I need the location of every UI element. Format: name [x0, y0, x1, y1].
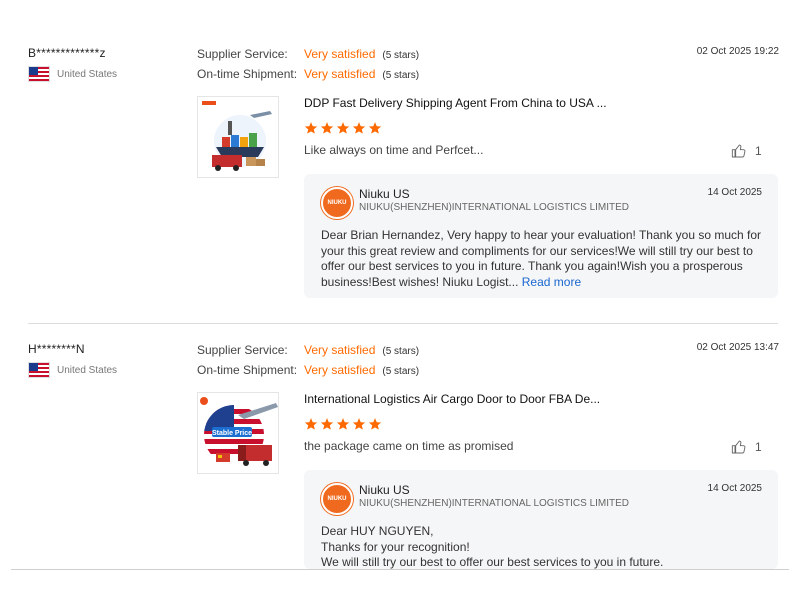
helpful-count: 1 [755, 440, 762, 454]
air-cargo-image: Stable Price [198, 393, 278, 473]
rating-stars-text: (5 stars) [382, 346, 420, 357]
star-icon [320, 418, 334, 430]
rating-on-time-shipment: On-time Shipment: Very satisfied (5 star… [197, 67, 419, 81]
supplier-name: Niuku US [359, 187, 410, 201]
helpful-count: 1 [755, 144, 762, 158]
rating-label: Supplier Service: [197, 47, 288, 61]
product-thumbnail[interactable]: Stable Price [197, 392, 279, 474]
rating-value: Very satisfied [304, 47, 376, 61]
star-icon [368, 122, 382, 134]
supplier-logo: NIUKU [321, 187, 353, 219]
rating-value: Very satisfied [304, 343, 376, 357]
star-icon [320, 122, 334, 134]
star-rating [304, 417, 382, 431]
us-flag-icon [28, 66, 50, 82]
buyer-country: United States [28, 66, 117, 82]
rating-supplier-service: Supplier Service: Very satisfied (5 star… [197, 343, 419, 357]
buyer-country: United States [28, 362, 117, 378]
rating-supplier-service: Supplier Service: Very satisfied (5 star… [197, 47, 419, 61]
product-title-link[interactable]: DDP Fast Delivery Shipping Agent From Ch… [304, 96, 607, 110]
helpful-button[interactable]: 1 [731, 439, 762, 455]
reply-header: NIUKU Niuku US NIUKU(SHENZHEN)INTERNATIO… [321, 483, 762, 515]
rating-stars-text: (5 stars) [382, 70, 420, 81]
star-icon [336, 122, 350, 134]
review-divider [28, 323, 778, 324]
thumbs-up-icon [731, 440, 746, 454]
supplier-logo: NIUKU [321, 483, 353, 515]
star-icon [336, 418, 350, 430]
supplier-name: Niuku US [359, 483, 410, 497]
supplier-reply: NIUKU Niuku US NIUKU(SHENZHEN)INTERNATIO… [304, 470, 778, 569]
reply-date: 14 Oct 2025 [707, 483, 762, 494]
star-icon [352, 122, 366, 134]
review-comment: Like always on time and Perfcet... [304, 143, 484, 157]
rating-on-time-shipment: On-time Shipment: Very satisfied (5 star… [197, 363, 419, 377]
helpful-button[interactable]: 1 [731, 143, 762, 159]
read-more-link[interactable]: Read more [522, 275, 581, 289]
country-label: United States [57, 68, 118, 80]
star-rating [304, 121, 382, 135]
thumbs-up-icon [731, 144, 746, 158]
star-icon [304, 122, 318, 134]
review-comment: the package came on time as promised [304, 439, 514, 453]
rating-value: Very satisfied [304, 363, 376, 377]
star-icon [352, 418, 366, 430]
reply-header: NIUKU Niuku US NIUKU(SHENZHEN)INTERNATIO… [321, 187, 762, 219]
stable-price-badge: Stable Price [212, 430, 252, 437]
buyer-name: H********N [28, 342, 85, 356]
cargo-ship-image [198, 97, 278, 177]
rating-label: On-time Shipment: [197, 363, 298, 377]
reply-text: Dear HUY NGUYEN, Thanks for your recogni… [321, 524, 664, 569]
rating-label: On-time Shipment: [197, 67, 298, 81]
country-label: United States [57, 364, 118, 376]
bottom-divider [11, 569, 789, 570]
product-thumbnail[interactable] [197, 96, 279, 178]
review-date: 02 Oct 2025 13:47 [696, 342, 779, 353]
star-icon [304, 418, 318, 430]
review-date: 02 Oct 2025 19:22 [696, 46, 779, 57]
reply-date: 14 Oct 2025 [707, 187, 762, 198]
product-title-link[interactable]: International Logistics Air Cargo Door t… [304, 392, 600, 406]
rating-stars-text: (5 stars) [382, 366, 420, 377]
rating-stars-text: (5 stars) [382, 50, 420, 61]
rating-value: Very satisfied [304, 67, 376, 81]
rating-label: Supplier Service: [197, 343, 288, 357]
supplier-company: NIUKU(SHENZHEN)INTERNATIONAL LOGISTICS L… [359, 498, 630, 509]
us-flag-icon [28, 362, 50, 378]
reply-text: Dear Brian Hernandez, Very happy to hear… [321, 228, 762, 290]
star-icon [368, 418, 382, 430]
buyer-name: B*************z [28, 46, 106, 60]
supplier-reply: NIUKU Niuku US NIUKU(SHENZHEN)INTERNATIO… [304, 174, 778, 298]
supplier-company: NIUKU(SHENZHEN)INTERNATIONAL LOGISTICS L… [359, 202, 630, 213]
